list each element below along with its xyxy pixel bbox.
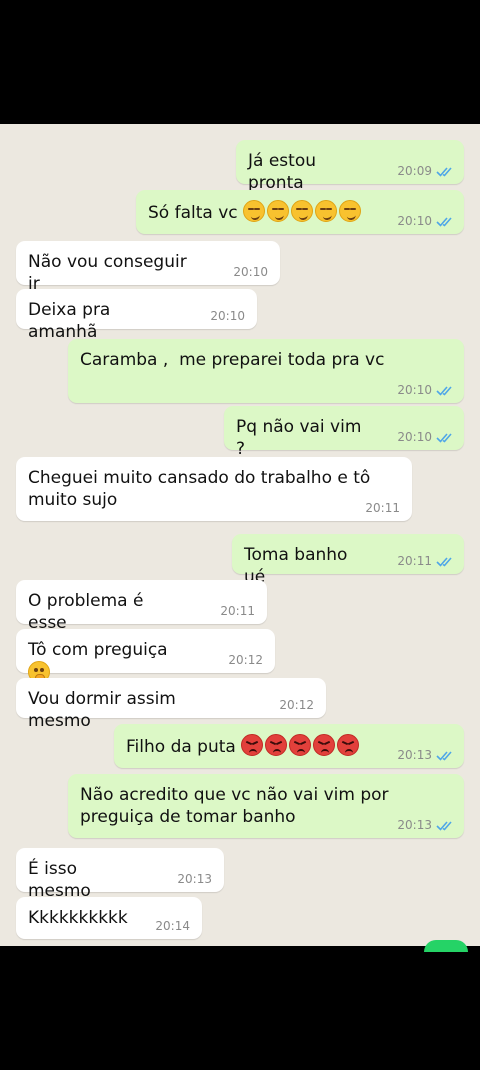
- message-time: 20:14: [155, 919, 190, 933]
- read-receipt-icon: [436, 166, 454, 177]
- incoming-message[interactable]: Kkkkkkkkkk 20:14: [16, 897, 202, 939]
- message-time: 20:13: [397, 748, 432, 762]
- scroll-down-button[interactable]: [424, 940, 468, 952]
- angry-emoji-icon: [265, 734, 288, 756]
- message-text: Cheguei muito cansado do trabalho e tô m…: [28, 468, 376, 510]
- message-meta: 20:11: [397, 554, 454, 568]
- message-time: 20:11: [397, 554, 432, 568]
- message-meta: 20:10: [233, 265, 268, 279]
- angry-emoji-icon: [313, 734, 336, 756]
- message-time: 20:10: [397, 430, 432, 444]
- message-meta: 20:10: [397, 430, 454, 444]
- message-time: 20:10: [233, 265, 268, 279]
- incoming-message[interactable]: Tô com preguiça 20:12: [16, 629, 275, 683]
- message-meta: 20:14: [155, 919, 190, 933]
- read-receipt-icon: [436, 216, 454, 227]
- angry-emoji-icon: [337, 734, 360, 756]
- message-meta: 20:11: [220, 604, 255, 618]
- message-time: 20:10: [397, 383, 432, 397]
- message-meta: 20:09: [397, 164, 454, 178]
- incoming-message[interactable]: O problema é esse 20:11: [16, 580, 267, 633]
- read-receipt-icon: [436, 385, 454, 396]
- incoming-message[interactable]: É isso mesmo 20:13: [16, 848, 224, 901]
- message-meta: 20:10: [210, 309, 245, 323]
- message-time: 20:09: [397, 164, 432, 178]
- smirk-emoji-icon: [339, 200, 362, 222]
- chat-area[interactable]: Já estou pronta 20:09 Só falta vc 20:10 Não…: [0, 124, 480, 946]
- outgoing-message[interactable]: Caramba , me preparei toda pra vc 20:10: [68, 339, 464, 403]
- message-meta: 20:13: [177, 872, 212, 886]
- outgoing-message[interactable]: Toma banho ué 20:11: [232, 534, 464, 587]
- message-meta: 20:13: [397, 748, 454, 762]
- message-time: 20:11: [365, 501, 400, 515]
- message-meta: 20:13: [397, 818, 454, 832]
- message-meta: 20:11: [365, 501, 400, 515]
- outgoing-message[interactable]: Pq não vai vim ? 20:10: [224, 406, 464, 459]
- incoming-message[interactable]: Não vou conseguir ir 20:10: [16, 241, 280, 294]
- incoming-message[interactable]: Vou dormir assim mesmo 20:12: [16, 678, 326, 731]
- message-text: Caramba , me preparei toda pra vc: [80, 350, 385, 370]
- message-time: 20:13: [397, 818, 432, 832]
- message-time: 20:10: [210, 309, 245, 323]
- outgoing-message[interactable]: Não acredito que vc não vai vim por preg…: [68, 774, 464, 838]
- outgoing-message[interactable]: Só falta vc 20:10: [136, 190, 464, 234]
- message-meta: 20:10: [397, 214, 454, 228]
- message-time: 20:10: [397, 214, 432, 228]
- read-receipt-icon: [436, 820, 454, 831]
- smirk-emoji-icon: [315, 200, 338, 222]
- message-time: 20:12: [228, 653, 263, 667]
- message-time: 20:11: [220, 604, 255, 618]
- smirk-emoji-icon: [243, 200, 266, 222]
- angry-emoji-icon: [241, 734, 264, 756]
- incoming-message[interactable]: Deixa pra amanhã 20:10: [16, 289, 257, 342]
- outgoing-message[interactable]: Filho da puta 20:13: [114, 724, 464, 768]
- message-time: 20:12: [279, 698, 314, 712]
- smirk-emoji-icon: [267, 200, 290, 222]
- message-text: Não acredito que vc não vai vim por preg…: [80, 785, 394, 827]
- angry-emoji-icon: [289, 734, 312, 756]
- message-time: 20:13: [177, 872, 212, 886]
- outgoing-message[interactable]: Já estou pronta 20:09: [236, 140, 464, 193]
- read-receipt-icon: [436, 750, 454, 761]
- read-receipt-icon: [436, 432, 454, 443]
- message-meta: 20:12: [228, 653, 263, 667]
- read-receipt-icon: [436, 556, 454, 567]
- incoming-message[interactable]: Cheguei muito cansado do trabalho e tô m…: [16, 457, 412, 521]
- message-meta: 20:12: [279, 698, 314, 712]
- message-meta: 20:10: [397, 383, 454, 397]
- smirk-emoji-icon: [291, 200, 314, 222]
